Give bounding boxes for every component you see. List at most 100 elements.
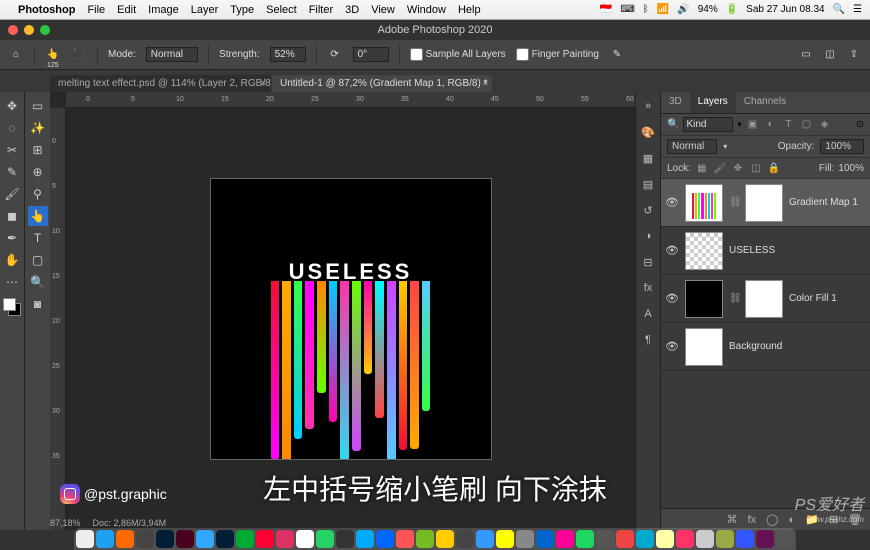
healing-tool[interactable]: ⊕: [28, 162, 48, 182]
color-panel-icon[interactable]: 🎨: [640, 124, 656, 140]
brush-tool[interactable]: 🖌: [2, 184, 22, 204]
crop-tool[interactable]: ✂: [2, 140, 22, 160]
dock-app[interactable]: [536, 530, 554, 548]
lock-all-icon[interactable]: 🔒: [767, 161, 781, 175]
zoom-level[interactable]: 87,18%: [50, 518, 81, 528]
hand-tool[interactable]: ✋: [2, 250, 22, 270]
menu-type[interactable]: Type: [230, 4, 254, 16]
workspace-icon[interactable]: ▭: [798, 47, 814, 63]
maximize-button[interactable]: [40, 25, 50, 35]
properties-panel-icon[interactable]: ⊟: [640, 254, 656, 270]
char-panel-icon[interactable]: A: [640, 306, 656, 322]
layer-row[interactable]: 👁Background: [661, 323, 870, 371]
eyedropper-tool[interactable]: ✎: [2, 162, 22, 182]
dock-app[interactable]: [616, 530, 634, 548]
quickmask[interactable]: ◙: [28, 294, 48, 314]
layer-row[interactable]: 👁USELESS: [661, 227, 870, 275]
dock-app[interactable]: [476, 530, 494, 548]
lock-image-icon[interactable]: 🖌: [713, 161, 727, 175]
adjust-panel-icon[interactable]: ◑: [640, 228, 656, 244]
dock-app[interactable]: [556, 530, 574, 548]
filter-type-icon[interactable]: T: [781, 118, 795, 132]
close-tab-icon[interactable]: ×: [483, 78, 488, 88]
brush-preset-icon[interactable]: ⬛: [71, 47, 87, 63]
dock-app[interactable]: [156, 530, 174, 548]
tab-layers[interactable]: Layers: [690, 92, 736, 113]
lasso-tool[interactable]: ◌: [2, 118, 22, 138]
minimize-button[interactable]: [24, 25, 34, 35]
dock-app[interactable]: [216, 530, 234, 548]
filter-adjust-icon[interactable]: ◐: [763, 118, 777, 132]
strength-input[interactable]: 52%: [270, 47, 306, 62]
dock-app[interactable]: [236, 530, 254, 548]
app-name[interactable]: Photoshop: [18, 4, 75, 16]
layer-name[interactable]: Color Fill 1: [789, 293, 866, 304]
layer-name[interactable]: USELESS: [729, 245, 866, 256]
mask-icon[interactable]: ◯: [766, 513, 778, 526]
menu-select[interactable]: Select: [266, 4, 297, 16]
swatches-panel-icon[interactable]: ▦: [640, 150, 656, 166]
document-canvas[interactable]: USELESS: [211, 179, 491, 459]
dock-app[interactable]: [136, 530, 154, 548]
share-icon[interactable]: ⇪: [846, 47, 862, 63]
dock-app[interactable]: [636, 530, 654, 548]
dock-app[interactable]: [496, 530, 514, 548]
smudge-tool[interactable]: 👆: [28, 206, 48, 226]
shape-tool[interactable]: ▢: [28, 250, 48, 270]
doc-tab-1[interactable]: melting text effect.psd @ 114% (Layer 2,…: [50, 75, 270, 92]
dock-app[interactable]: [576, 530, 594, 548]
home-icon[interactable]: ⌂: [8, 47, 24, 63]
menu-file[interactable]: File: [87, 4, 105, 16]
styles-panel-icon[interactable]: fx: [640, 280, 656, 296]
menu-3d[interactable]: 3D: [345, 4, 359, 16]
ws2-icon[interactable]: ◫: [822, 47, 838, 63]
kind-filter[interactable]: [683, 117, 733, 132]
dock-app[interactable]: [276, 530, 294, 548]
gradient-tool[interactable]: ◼: [2, 206, 22, 226]
wand-tool[interactable]: ✨: [28, 118, 48, 138]
layer-row[interactable]: 👁⛓Color Fill 1: [661, 275, 870, 323]
close-button[interactable]: [8, 25, 18, 35]
dock-app[interactable]: [436, 530, 454, 548]
dock-app[interactable]: [316, 530, 334, 548]
dock-app[interactable]: [736, 530, 754, 548]
menu-help[interactable]: Help: [458, 4, 481, 16]
pressure-icon[interactable]: ✎: [609, 47, 625, 63]
dock-app[interactable]: [676, 530, 694, 548]
smudge-tool-preset[interactable]: 👆125: [45, 47, 61, 63]
visibility-icon[interactable]: 👁: [665, 292, 679, 305]
menu-edit[interactable]: Edit: [117, 4, 136, 16]
dock-app[interactable]: [296, 530, 314, 548]
color-swatch[interactable]: [3, 298, 21, 316]
visibility-icon[interactable]: 👁: [665, 340, 679, 353]
panel-expand-icon[interactable]: »: [640, 98, 656, 114]
dock-app[interactable]: [396, 530, 414, 548]
dock-app[interactable]: [336, 530, 354, 548]
dock-app[interactable]: [416, 530, 434, 548]
clone-tool[interactable]: ⚲: [28, 184, 48, 204]
para-panel-icon[interactable]: ¶: [640, 332, 656, 348]
fx-icon[interactable]: fx: [748, 514, 757, 526]
menu-window[interactable]: Window: [407, 4, 446, 16]
dock-app[interactable]: [96, 530, 114, 548]
zoom-tool[interactable]: 🔍: [28, 272, 48, 292]
canvas-viewport[interactable]: 05101520253035404550556065707580 0510152…: [50, 92, 635, 530]
visibility-icon[interactable]: 👁: [665, 196, 679, 209]
blend-mode-select[interactable]: Normal: [146, 47, 198, 62]
close-tab-icon[interactable]: ×: [261, 78, 266, 88]
angle-input[interactable]: 0°: [353, 47, 389, 62]
filter-toggle[interactable]: ⊙: [856, 119, 864, 130]
history-panel-icon[interactable]: ↺: [640, 202, 656, 218]
marquee-tool[interactable]: ▭: [28, 96, 48, 116]
dock-app[interactable]: [656, 530, 674, 548]
dock-app[interactable]: [696, 530, 714, 548]
gradient-panel-icon[interactable]: ▤: [640, 176, 656, 192]
menu-image[interactable]: Image: [148, 4, 179, 16]
dock-app[interactable]: [456, 530, 474, 548]
tab-3d[interactable]: 3D: [661, 92, 690, 113]
search-icon[interactable]: 🔍: [667, 119, 679, 130]
menu-view[interactable]: View: [371, 4, 395, 16]
dock-app[interactable]: [76, 530, 94, 548]
dock-app[interactable]: [176, 530, 194, 548]
dock-app[interactable]: [716, 530, 734, 548]
